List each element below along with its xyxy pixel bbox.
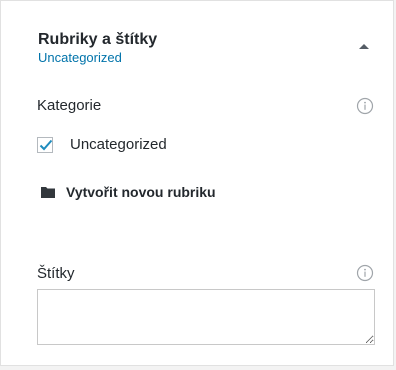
checkmark-icon — [39, 139, 53, 151]
folder-icon — [41, 187, 55, 198]
create-new-category-label: Vytvořit novou rubriku — [66, 184, 216, 200]
categories-tags-panel: Rubriky a štítky Uncategorized Kategorie… — [0, 0, 394, 366]
create-new-category-link[interactable]: Vytvořit novou rubriku — [40, 183, 216, 201]
info-circle-icon[interactable] — [356, 97, 374, 115]
collapse-button[interactable] — [356, 39, 372, 51]
category-item-label: Uncategorized — [70, 136, 167, 153]
info-circle-icon[interactable] — [356, 264, 374, 282]
panel-header: Rubriky a štítky Uncategorized — [38, 31, 157, 66]
tags-label: Štítky — [37, 265, 75, 282]
tags-input[interactable] — [37, 289, 375, 345]
category-item-uncategorized[interactable]: Uncategorized — [37, 136, 167, 154]
category-checkbox[interactable] — [37, 137, 53, 153]
panel-title: Rubriky a štítky — [38, 31, 158, 48]
caret-up-icon — [359, 44, 369, 49]
panel-subtitle: Uncategorized — [38, 50, 122, 65]
categories-label: Kategorie — [37, 97, 102, 114]
